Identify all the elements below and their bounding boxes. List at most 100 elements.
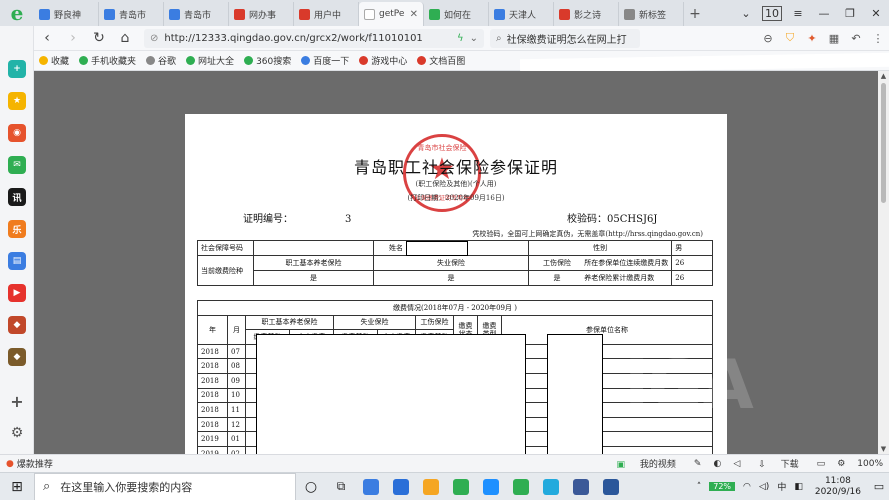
tab-4[interactable]: 用户中 (294, 2, 359, 26)
undo-icon[interactable]: ↶ (845, 32, 867, 45)
tab-favicon-icon (429, 8, 440, 20)
sidebar-add-icon[interactable]: + (8, 392, 26, 411)
scrollbar-thumb[interactable] (881, 83, 886, 203)
tab-0[interactable]: 野良神 (34, 2, 99, 26)
cortana-icon[interactable]: ○ (296, 473, 326, 500)
extension-icon[interactable]: ⊖ (757, 32, 779, 45)
tab-3[interactable]: 网办事 (229, 2, 294, 26)
bookmark-label: 游戏中心 (371, 57, 408, 67)
video-icon[interactable]: ▶ (8, 284, 26, 302)
tray-up-icon[interactable]: ˄ (693, 482, 706, 492)
amount-redaction (256, 334, 526, 454)
task-view-icon[interactable]: ⧉ (326, 473, 356, 500)
weibo-icon[interactable]: ◉ (8, 124, 26, 142)
adblock-icon[interactable]: ⛉ (779, 31, 801, 45)
game3-icon[interactable]: ◆ (8, 348, 26, 366)
scroll-down-icon[interactable]: ▼ (879, 445, 888, 453)
taskbar-app-icon[interactable] (596, 473, 626, 500)
taskbar-app-icon[interactable] (446, 473, 476, 500)
tab-8[interactable]: 影之诗 (554, 2, 619, 26)
game2-icon[interactable]: ◆ (8, 316, 26, 334)
brush-icon[interactable]: ✎ (688, 459, 708, 469)
tab-label: 青岛市 (184, 10, 212, 21)
lightning-icon[interactable]: ϟ (457, 33, 464, 44)
dropdown-icon[interactable]: ⌄ (470, 33, 478, 44)
ime-mode-icon[interactable]: ◧ (790, 482, 807, 492)
game-icon[interactable]: 乐 (8, 220, 26, 238)
bookmark-favicon-icon (244, 56, 254, 65)
new-tab-button[interactable]: + (684, 2, 706, 26)
taskbar-app-icon[interactable] (566, 473, 596, 500)
bookmark-item[interactable]: 游戏中心 (354, 54, 412, 67)
tab-7[interactable]: 天津人 (489, 2, 554, 26)
taskbar-app-icon[interactable] (416, 473, 446, 500)
sound-icon[interactable]: ◁ (727, 459, 746, 469)
volume-icon[interactable]: ◁) (755, 482, 773, 492)
doc-icon[interactable]: ▤ (8, 252, 26, 270)
bookmark-item[interactable]: 谷歌 (141, 54, 181, 67)
minimize-button[interactable]: — (811, 7, 837, 20)
home-button[interactable]: ⌂ (112, 30, 138, 46)
battery-indicator[interactable]: 72% (705, 481, 739, 492)
pension-yes: 是 (253, 270, 374, 286)
menu-icon[interactable]: ≡ (785, 7, 811, 20)
tab-6[interactable]: 如何在 (424, 2, 489, 26)
bookmark-item[interactable]: 收藏 (34, 54, 74, 67)
taskbar-app-icon[interactable] (386, 473, 416, 500)
more-icon[interactable]: ⋮ (867, 32, 889, 45)
video-button[interactable]: ▣ 我的视频 (605, 457, 688, 470)
back-button[interactable]: ‹ (34, 30, 60, 46)
taskbar-app-icon[interactable] (476, 473, 506, 500)
scroll-up-icon[interactable]: ▲ (879, 72, 888, 80)
chevron-down-icon[interactable]: ⌄ (733, 7, 759, 20)
taskbar-search-placeholder[interactable]: 在这里输入你要搜索的内容 (60, 479, 192, 495)
bookmark-item[interactable]: 360搜索 (239, 54, 296, 67)
sidebar-settings-icon[interactable]: ⚙ (8, 424, 26, 442)
zoom-level[interactable]: 100% (851, 459, 889, 469)
add-app-icon[interactable]: + (8, 60, 26, 78)
bookmark-item[interactable]: 文档百图 (412, 54, 470, 67)
ime-indicator[interactable]: 中 (773, 480, 790, 493)
vertical-scrollbar[interactable]: ▲ ▼ (878, 71, 889, 454)
game-ext-icon[interactable]: ✦ (801, 32, 823, 45)
bookmark-label: 文档百图 (429, 57, 466, 67)
tab-9[interactable]: 新标签 (619, 2, 684, 26)
taskbar-app-icon[interactable] (506, 473, 536, 500)
address-url[interactable]: http://12333.qingdao.gov.cn/grcx2/work/f… (164, 33, 451, 44)
row-month: 02 (227, 445, 246, 454)
recommend-link[interactable]: 爆款推荐 (17, 457, 53, 470)
network-icon[interactable]: ◠ (739, 482, 755, 492)
bookmark-item[interactable]: 手机收藏夹 (74, 54, 141, 67)
mail-icon[interactable]: ✉ (8, 156, 26, 174)
bookmark-item[interactable]: 网址大全 (181, 54, 239, 67)
taskbar-search[interactable]: ⌕ 在这里输入你要搜索的内容 (34, 472, 296, 500)
notification-icon[interactable]: ▭ (869, 480, 889, 493)
bookmark-item[interactable]: 百度一下 (296, 54, 354, 67)
news-icon[interactable]: 讯 (8, 188, 26, 206)
favorites-icon[interactable]: ★ (8, 92, 26, 110)
forward-button[interactable]: › (60, 30, 86, 46)
search-box[interactable]: ⌕ 社保缴费证明怎么在网上打 (490, 28, 640, 48)
reload-button[interactable]: ↻ (86, 30, 112, 46)
maximize-button[interactable]: ❐ (837, 7, 863, 20)
search-text[interactable]: 社保缴费证明怎么在网上打 (507, 31, 627, 46)
speed-icon[interactable]: ◐ (707, 459, 727, 469)
pdf-viewer[interactable]: 青岛市社会保险 ★ 社保缴费证明专用章 青岛职工社会保险参保证明 (职工保险及其… (34, 71, 889, 454)
close-window-button[interactable]: ✕ (863, 7, 889, 20)
reading-icon[interactable]: ▭ (811, 459, 832, 469)
download-button[interactable]: ⇩ 下载 (746, 457, 810, 470)
clock[interactable]: 11:08 2020/9/16 (807, 476, 869, 498)
taskbar-app-icon[interactable] (356, 473, 386, 500)
months-unit-label: 所在参保单位连续缴费月数 (584, 259, 669, 267)
tab-1[interactable]: 青岛市 (99, 2, 164, 26)
apps-grid-icon[interactable]: ▦ (823, 32, 845, 45)
tab-5[interactable]: getPe ✕ (359, 2, 424, 26)
tab-count-badge[interactable]: 10 (759, 5, 785, 21)
bookmark-label: 百度一下 (313, 57, 350, 67)
settings-icon[interactable]: ⚙ (831, 459, 851, 469)
start-button[interactable]: ⊞ (0, 479, 34, 495)
taskbar-app-icon[interactable] (536, 473, 566, 500)
tab-2[interactable]: 青岛市 (164, 2, 229, 26)
address-bar[interactable]: ⊘ http://12333.qingdao.gov.cn/grcx2/work… (144, 28, 484, 48)
close-tab-icon[interactable]: ✕ (410, 9, 418, 20)
